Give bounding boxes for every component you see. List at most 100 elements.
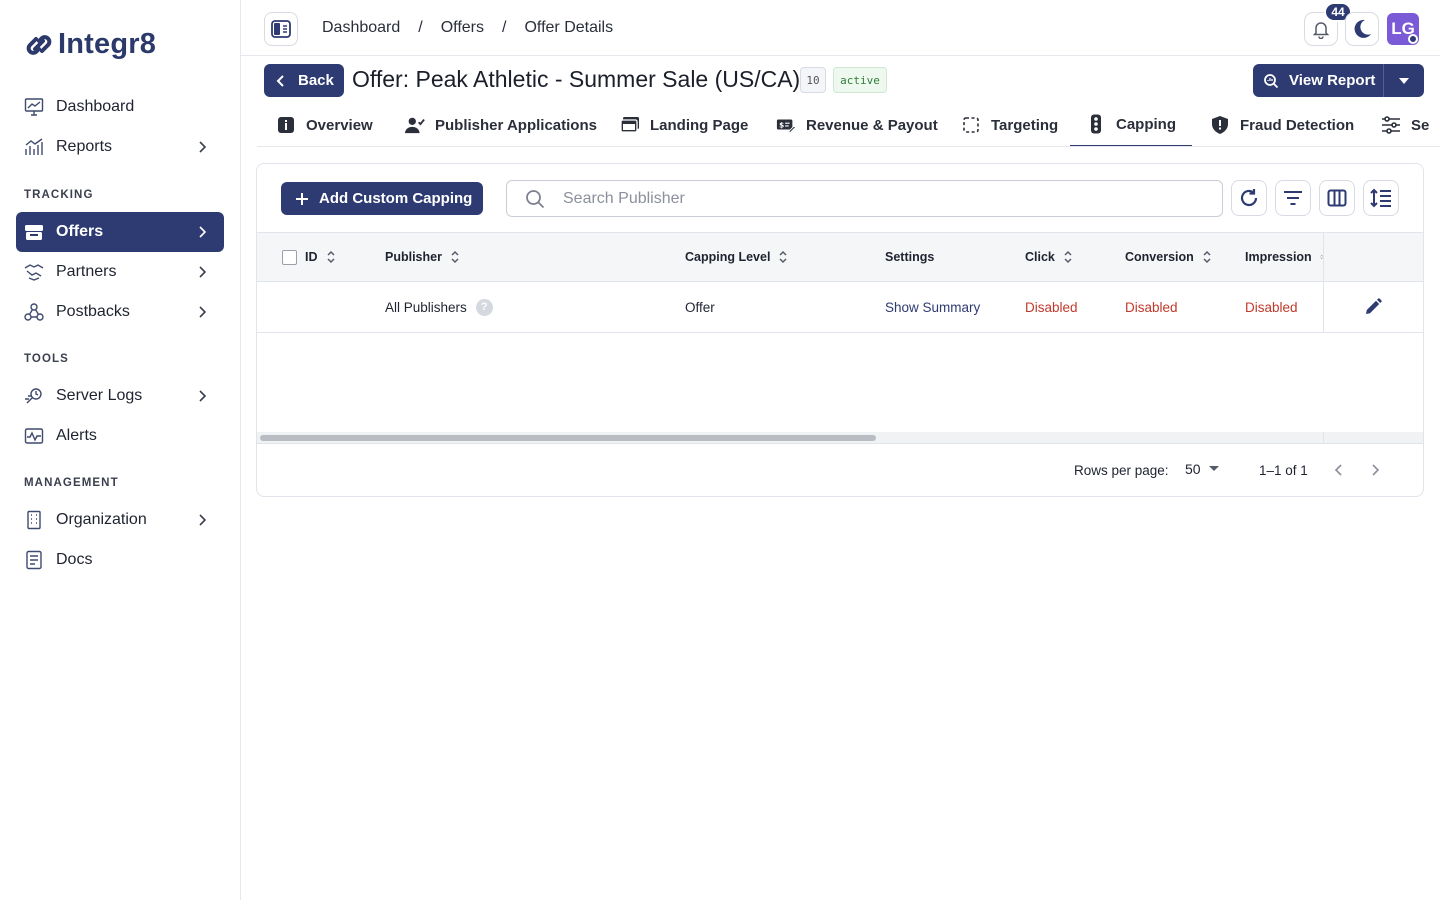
sidebar-item-dashboard[interactable]: Dashboard	[16, 87, 224, 127]
add-custom-capping-label: Add Custom Capping	[319, 190, 473, 207]
money-icon: $	[776, 115, 796, 135]
caret-down-icon	[1208, 466, 1219, 471]
breadcrumb-dashboard[interactable]: Dashboard	[322, 19, 400, 37]
tab-capping[interactable]: Capping	[1070, 103, 1192, 146]
cell-capping-level: Offer	[685, 299, 715, 315]
column-header-capping-level[interactable]: Capping Level	[685, 233, 788, 281]
column-header-label: Publisher	[385, 250, 442, 264]
column-header-click[interactable]: Click	[1025, 233, 1073, 281]
sidebar-item-docs[interactable]: Docs	[16, 540, 224, 580]
pinned-column-divider	[1323, 282, 1324, 332]
column-header-impression[interactable]: Impression	[1245, 233, 1323, 281]
back-button[interactable]: Back	[264, 64, 344, 97]
refresh-button[interactable]	[1231, 180, 1267, 216]
breadcrumb-offer-details: Offer Details	[524, 19, 614, 36]
browser-icon	[620, 115, 640, 135]
sidebar-item-partners[interactable]: Partners	[16, 252, 224, 292]
sidebar-item-label: Partners	[56, 263, 117, 280]
edit-button[interactable]	[1362, 296, 1384, 318]
section-tracking: TRACKING	[24, 189, 94, 201]
column-header-publisher[interactable]: Publisher	[385, 233, 460, 281]
table-row: All Publishers ? Offer Show Summary Disa…	[257, 282, 1423, 333]
svg-text:$: $	[779, 121, 784, 130]
table-header: ID Publisher Capping Level Settings Clic…	[257, 232, 1423, 282]
pinned-column-divider	[1323, 233, 1324, 281]
tab-label: Landing Page	[650, 116, 749, 134]
tab-label: Targeting	[991, 116, 1059, 134]
sidebar-item-server-logs[interactable]: Server Logs	[16, 376, 224, 416]
dashboard-icon	[24, 97, 44, 117]
capping-card: Add Custom Capping ID Publisher Capping …	[256, 163, 1424, 497]
sidebar-item-reports[interactable]: Reports	[16, 127, 224, 167]
horizontal-scrollbar[interactable]	[257, 432, 1423, 444]
status-badge: active	[833, 67, 887, 93]
pinned-column-divider	[1323, 432, 1324, 444]
online-status-dot	[1408, 34, 1418, 44]
density-button[interactable]	[1363, 180, 1399, 216]
publisher-name: All Publishers	[385, 299, 467, 315]
moon-icon	[1354, 19, 1371, 38]
breadcrumb-offers[interactable]: Offers	[441, 19, 484, 37]
pagination-range: 1–1 of 1	[1259, 463, 1308, 478]
server-logs-icon	[24, 386, 44, 406]
sort-icon	[326, 250, 335, 264]
tab-publisher-applications[interactable]: Publisher Applications	[389, 103, 613, 146]
column-header-id[interactable]: ID	[305, 233, 336, 281]
columns-button[interactable]	[1319, 180, 1355, 216]
chevron-right-icon	[199, 514, 207, 526]
search-icon	[526, 189, 545, 208]
cell-impression-status: Disabled	[1245, 299, 1298, 315]
chevron-right-icon	[1372, 464, 1380, 476]
select-area-icon	[961, 115, 981, 135]
tab-overview[interactable]: Overview	[260, 103, 389, 146]
sidebar-item-organization[interactable]: Organization	[16, 500, 224, 540]
sidebar-toggle-button[interactable]	[264, 12, 298, 46]
back-button-label: Back	[298, 72, 334, 89]
sort-icon	[1203, 250, 1211, 264]
tab-revenue-payout[interactable]: $ Revenue & Payout	[760, 103, 954, 146]
plus-icon	[296, 192, 308, 205]
search-input[interactable]	[563, 189, 1163, 208]
theme-toggle-button[interactable]	[1345, 12, 1379, 46]
caret-down-icon	[1399, 77, 1409, 84]
app-logo[interactable]: Integr8	[24, 28, 156, 61]
top-bar: Dashboard / Offers / Offer Details 44 LG	[241, 0, 1440, 56]
sort-icon	[451, 250, 459, 264]
view-report-split-button: View Report	[1253, 64, 1424, 97]
app-name: Integr8	[58, 28, 157, 60]
pagination-footer: Rows per page: 50 1–1 of 1	[257, 445, 1423, 496]
offers-icon	[24, 222, 44, 242]
sidebar-item-label: Server Logs	[56, 387, 143, 404]
previous-page-button[interactable]	[1328, 459, 1350, 481]
rows-per-page-label: Rows per page:	[1074, 463, 1169, 478]
tab-landing-page[interactable]: Landing Page	[604, 103, 764, 146]
sidebar-item-alerts[interactable]: Alerts	[16, 416, 224, 456]
tab-label: Capping	[1116, 115, 1176, 133]
filter-button[interactable]	[1275, 180, 1311, 216]
filter-icon	[1284, 191, 1302, 205]
bell-icon	[1312, 22, 1330, 39]
tab-targeting[interactable]: Targeting	[945, 103, 1074, 146]
column-header-conversion[interactable]: Conversion	[1125, 233, 1212, 281]
help-icon[interactable]: ?	[475, 298, 493, 316]
report-search-icon	[1264, 73, 1279, 88]
show-summary-link[interactable]: Show Summary	[885, 282, 980, 332]
tab-label: Revenue & Payout	[806, 116, 938, 134]
refresh-icon	[1240, 189, 1258, 207]
sort-icon	[779, 250, 787, 264]
reports-icon	[24, 137, 44, 157]
section-tools: TOOLS	[24, 353, 69, 365]
add-custom-capping-button[interactable]: Add Custom Capping	[281, 182, 483, 215]
rows-per-page-select[interactable]: 50	[1185, 461, 1219, 477]
view-report-dropdown-button[interactable]	[1384, 64, 1424, 97]
chevron-right-icon	[199, 266, 207, 278]
sidebar-item-postbacks[interactable]: Postbacks	[16, 292, 224, 332]
scrollbar-thumb[interactable]	[260, 435, 876, 441]
tab-settings[interactable]: Se	[1365, 103, 1440, 146]
next-page-button[interactable]	[1364, 459, 1386, 481]
sidebar-item-offers[interactable]: Offers	[16, 212, 224, 252]
view-report-button[interactable]: View Report	[1253, 64, 1384, 97]
sidebar-item-label: Organization	[56, 511, 147, 528]
select-all-checkbox[interactable]	[282, 250, 297, 265]
tab-fraud-detection[interactable]: Fraud Detection	[1194, 103, 1370, 146]
